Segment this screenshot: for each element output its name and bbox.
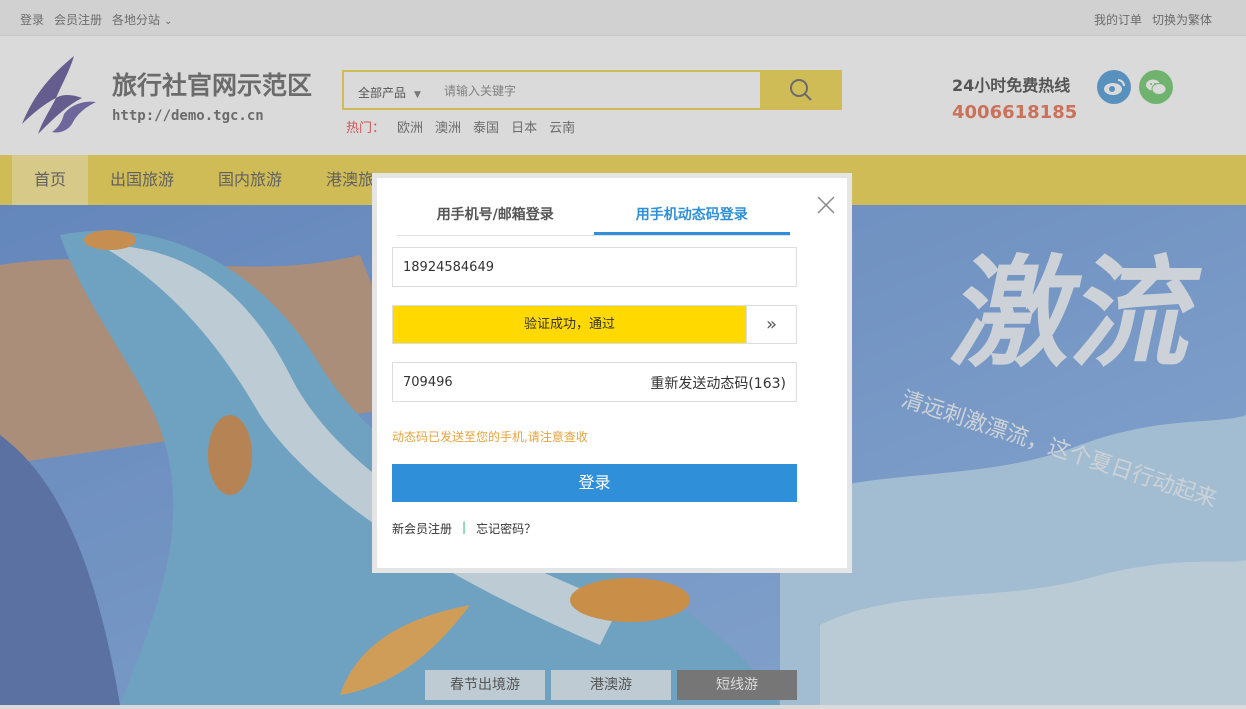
link-separator: | — [462, 520, 467, 534]
modal-links: 新会员注册 | 忘记密码？ — [392, 520, 536, 537]
close-icon[interactable] — [814, 193, 838, 217]
slider-success-fill: 验证成功，通过 — [393, 306, 746, 343]
verify-slider[interactable]: 验证成功，通过 » — [392, 305, 797, 344]
phone-field[interactable]: 18924584649 — [392, 247, 797, 287]
forgot-password-link[interactable]: 忘记密码？ — [476, 520, 536, 537]
login-button[interactable]: 登录 — [392, 464, 797, 502]
tab-account-login[interactable]: 用手机号/邮箱登录 — [397, 196, 594, 235]
double-chevron-right-icon[interactable]: » — [746, 306, 796, 343]
register-link[interactable]: 新会员注册 — [392, 520, 452, 537]
login-tabs: 用手机号/邮箱登录 用手机动态码登录 — [397, 196, 790, 236]
sms-code-field[interactable]: 709496 重新发送动态码(163) — [392, 362, 797, 402]
login-modal: 用手机号/邮箱登录 用手机动态码登录 18924584649 验证成功，通过 »… — [372, 173, 852, 573]
sms-sent-hint: 动态码已发送至您的手机,请注意查收 — [392, 430, 588, 444]
phone-value: 18924584649 — [403, 260, 494, 275]
resend-code-button[interactable]: 重新发送动态码(163) — [650, 373, 786, 393]
tab-sms-login[interactable]: 用手机动态码登录 — [593, 196, 790, 235]
sms-code-value: 709496 — [403, 375, 453, 390]
